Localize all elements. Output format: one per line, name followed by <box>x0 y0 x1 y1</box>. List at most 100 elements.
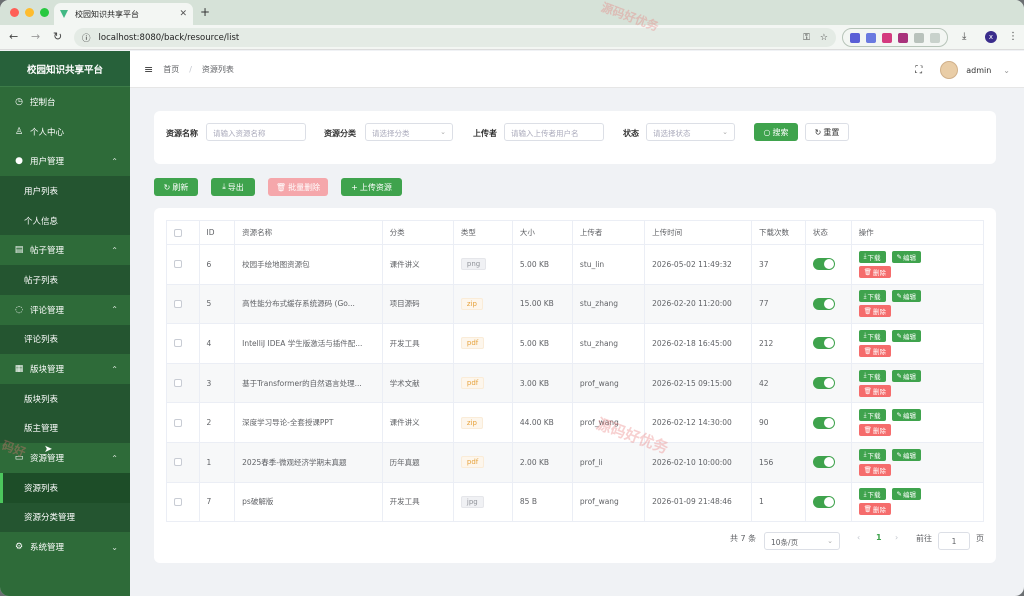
delete-button[interactable]: 🗑 删除 <box>858 424 891 437</box>
browser-tab[interactable]: 校园知识共享平台 ✕ <box>54 3 193 25</box>
edit-button[interactable]: ✎ 编辑 <box>891 448 921 461</box>
extension-icon[interactable] <box>866 32 876 43</box>
edit-button[interactable]: ✎ 编辑 <box>891 409 921 422</box>
close-window-button[interactable] <box>10 8 19 17</box>
delete-button[interactable]: 🗑 删除 <box>858 344 891 357</box>
sidebar-item-6[interactable]: 帖子列表 <box>0 265 130 295</box>
extension-icon[interactable] <box>882 32 892 43</box>
resource-name-input[interactable]: 请输入资源名称 <box>206 123 306 141</box>
edit-button[interactable]: ✎ 编辑 <box>891 250 921 263</box>
row-checkbox[interactable] <box>174 339 182 348</box>
minimize-window-button[interactable] <box>25 8 34 17</box>
table-row: 4 IntelliJ IDEA 学生版激活与插件配... 开发工具 pdf 5.00 K… <box>166 323 985 364</box>
download-button[interactable]: ⤓ 下载 <box>858 369 886 382</box>
current-page[interactable]: 1 <box>876 533 882 542</box>
sidebar-item-11[interactable]: 版主管理 <box>0 413 130 444</box>
maximize-window-button[interactable] <box>40 8 49 17</box>
download-icon[interactable]: ⤓ <box>962 31 966 42</box>
breadcrumb-home[interactable]: 首页 <box>163 64 179 75</box>
sidebar-item-13[interactable]: 资源列表 <box>0 472 130 503</box>
sidebar-item-3[interactable]: 用户列表 <box>0 176 130 206</box>
upload-button[interactable]: + 上传资源 <box>341 178 402 196</box>
download-button[interactable]: ⤓ 下载 <box>858 488 886 501</box>
goto-page-input[interactable]: 1 <box>938 532 970 550</box>
download-button[interactable]: ⤓ 下载 <box>858 329 886 342</box>
sidebar-item-15[interactable]: ⚙ 系统管理 ⌄ <box>0 532 130 562</box>
delete-button[interactable]: 🗑 删除 <box>858 384 891 397</box>
status-select[interactable]: 请选择状态 ⌄ <box>646 123 735 141</box>
url-field[interactable]: ⓘ localhost:8080/back/resource/list ⚿ ☆ <box>74 28 836 47</box>
row-checkbox[interactable] <box>174 418 182 427</box>
row-checkbox[interactable] <box>174 299 182 308</box>
cell-downloads: 90 <box>750 402 806 443</box>
edit-button[interactable]: ✎ 编辑 <box>891 329 921 342</box>
avatar[interactable] <box>940 61 959 79</box>
row-checkbox[interactable] <box>174 260 182 269</box>
new-tab-icon[interactable]: + <box>200 5 210 19</box>
hamburger-icon[interactable]: ≡ <box>144 63 153 76</box>
category-select[interactable]: 请选择分类 ⌄ <box>365 123 453 141</box>
download-button[interactable]: ⤓ 下载 <box>858 290 886 303</box>
export-button[interactable]: ⤓ 导出 <box>211 178 255 196</box>
delete-button[interactable]: 🗑 删除 <box>858 265 891 278</box>
profile-avatar[interactable]: x <box>985 31 997 43</box>
status-toggle[interactable] <box>812 377 835 390</box>
sidebar-item-1[interactable]: ♙ 个人中心 <box>0 116 130 147</box>
status-toggle[interactable] <box>812 416 835 429</box>
sidebar-item-7[interactable]: ◌ 评论管理 ⌃ <box>0 294 130 325</box>
sidebar-item-9[interactable]: ▦ 版块管理 ⌃ <box>0 354 130 384</box>
sidebar-item-5[interactable]: ▤ 帖子管理 ⌃ <box>0 235 130 266</box>
status-toggle[interactable] <box>812 456 835 469</box>
select-all-checkbox[interactable] <box>174 228 182 237</box>
sidebar-item-label: 个人信息 <box>24 216 59 227</box>
sidebar-item-14[interactable]: 资源分类管理 <box>0 502 130 533</box>
delete-button[interactable]: 🗑 删除 <box>858 503 891 516</box>
sidebar-item-2[interactable]: ● 用户管理 ⌃ <box>0 146 130 177</box>
edit-button[interactable]: ✎ 编辑 <box>891 290 921 303</box>
status-toggle[interactable] <box>812 258 835 271</box>
delete-button[interactable]: 🗑 删除 <box>858 463 891 476</box>
sidebar-item-0[interactable]: ◷ 控制台 <box>0 87 130 117</box>
edit-button[interactable]: ✎ 编辑 <box>891 488 921 501</box>
download-button[interactable]: ⤓ 下载 <box>858 448 886 461</box>
close-tab-icon[interactable]: ✕ <box>179 9 187 19</box>
site-info-icon[interactable]: ⓘ <box>82 32 91 44</box>
menu-dots-icon[interactable]: ⋮ <box>1008 31 1018 42</box>
next-page-icon[interactable]: › <box>895 533 898 542</box>
batch-delete-button[interactable]: 🗑 批量删除 <box>268 178 328 196</box>
puzzle-icon[interactable] <box>914 32 924 43</box>
status-toggle[interactable] <box>812 495 835 508</box>
username[interactable]: admin <box>966 66 991 75</box>
download-button[interactable]: ⤓ 下载 <box>858 250 886 263</box>
chevron-down-icon[interactable]: ⌄ <box>1003 66 1010 75</box>
search-button[interactable]: ○ 搜索 <box>754 123 798 141</box>
sidebar-item-4[interactable]: 个人信息 <box>0 205 130 236</box>
row-checkbox[interactable] <box>174 458 182 467</box>
fullscreen-icon[interactable]: ⛶ <box>915 65 922 76</box>
key-icon[interactable]: ⚿ <box>803 33 810 43</box>
sidebar-item-8[interactable]: 评论列表 <box>0 324 130 355</box>
extension-icon[interactable] <box>850 32 860 43</box>
status-toggle[interactable] <box>812 297 835 310</box>
edit-button[interactable]: ✎ 编辑 <box>891 369 921 382</box>
prev-page-icon[interactable]: ‹ <box>857 533 860 542</box>
row-checkbox[interactable] <box>174 379 182 388</box>
sidebar-item-10[interactable]: 版块列表 <box>0 383 130 414</box>
extension-icon[interactable] <box>898 32 908 43</box>
reset-button[interactable]: ↻ 重置 <box>805 123 849 141</box>
back-icon[interactable]: ← <box>9 30 18 43</box>
cell-actions: ⤓ 下载 ✎ 编辑 🗑 删除 <box>850 244 985 285</box>
cell-uploader: stu_lin <box>571 244 646 285</box>
cell-time: 2026-02-18 16:45:00 <box>644 323 752 364</box>
page-size-select[interactable]: 10条/页 ⌄ <box>764 532 840 550</box>
forward-icon[interactable]: → <box>31 30 40 43</box>
reload-icon[interactable]: ↻ <box>53 30 62 43</box>
sidepanel-icon[interactable] <box>930 32 940 43</box>
download-button[interactable]: ⤓ 下载 <box>858 409 886 422</box>
delete-button[interactable]: 🗑 删除 <box>858 305 891 318</box>
status-toggle[interactable] <box>812 337 835 350</box>
uploader-input[interactable]: 请输入上传者用户名 <box>504 123 604 141</box>
star-icon[interactable]: ☆ <box>820 33 828 43</box>
row-checkbox[interactable] <box>174 497 182 506</box>
refresh-button[interactable]: ↻ 刷新 <box>154 178 198 196</box>
